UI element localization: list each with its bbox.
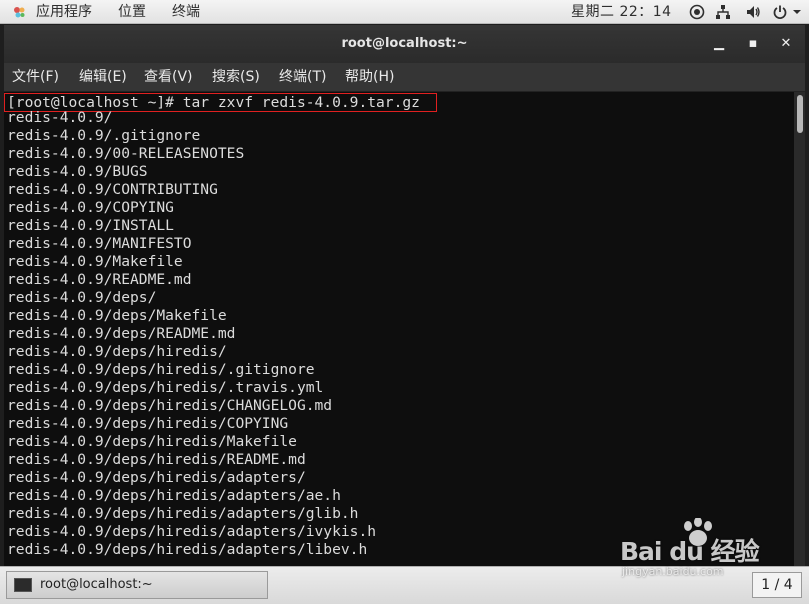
output-line: redis-4.0.9/COPYING	[7, 199, 174, 216]
output-line: redis-4.0.9/00-RELEASENOTES	[7, 145, 245, 162]
minimize-button[interactable]: ▁	[709, 34, 729, 54]
menu-help[interactable]: 帮助(H)	[345, 68, 394, 86]
output-line: redis-4.0.9/deps/hiredis/.travis.yml	[7, 379, 324, 396]
apps-menu-icon[interactable]	[12, 5, 26, 19]
output-line: redis-4.0.9/deps/hiredis/adapters/libev.…	[7, 541, 368, 558]
terminal-window: root@localhost:~ ▁ ▪ ✕ 文件(F) 编辑(E) 查看(V)…	[4, 25, 805, 566]
scrollbar-thumb[interactable]	[797, 95, 803, 133]
output-line: redis-4.0.9/.gitignore	[7, 127, 201, 144]
system-menu-arrow-icon[interactable]	[792, 4, 802, 20]
volume-icon[interactable]	[745, 4, 761, 20]
taskbar-window-label: root@localhost:~	[40, 577, 153, 592]
close-button[interactable]: ✕	[776, 34, 796, 54]
places-menu[interactable]: 位置	[118, 3, 146, 21]
output-line: redis-4.0.9/deps/hiredis/adapters/glib.h	[7, 505, 359, 522]
output-line: redis-4.0.9/deps/	[7, 289, 157, 306]
maximize-button[interactable]: ▪	[743, 34, 763, 54]
taskbar: root@localhost:~ 1 / 4	[0, 566, 809, 604]
taskbar-window-item[interactable]: root@localhost:~	[6, 571, 268, 599]
output-line: redis-4.0.9/deps/hiredis/CHANGELOG.md	[7, 397, 333, 414]
menu-bar: 文件(F) 编辑(E) 查看(V) 搜索(S) 终端(T) 帮助(H)	[4, 63, 805, 92]
output-line: redis-4.0.9/INSTALL	[7, 217, 174, 234]
power-icon[interactable]	[772, 4, 788, 20]
output-line: redis-4.0.9/deps/hiredis/.gitignore	[7, 361, 315, 378]
menu-search[interactable]: 搜索(S)	[212, 68, 260, 86]
terminal-app-menu[interactable]: 终端	[172, 3, 200, 21]
output-line: redis-4.0.9/CONTRIBUTING	[7, 181, 218, 198]
applications-menu[interactable]: 应用程序	[36, 3, 92, 21]
output-line: redis-4.0.9/	[7, 109, 113, 126]
terminal-output[interactable]: [root@localhost ~]# tar zxvf redis-4.0.9…	[4, 92, 794, 566]
network-icon[interactable]	[715, 4, 731, 20]
output-line: redis-4.0.9/BUGS	[7, 163, 148, 180]
output-line: redis-4.0.9/deps/hiredis/adapters/	[7, 469, 306, 486]
terminal-icon	[14, 578, 32, 592]
output-line: redis-4.0.9/MANIFESTO	[7, 235, 192, 252]
output-line: redis-4.0.9/deps/hiredis/COPYING	[7, 415, 289, 432]
window-titlebar[interactable]: root@localhost:~ ▁ ▪ ✕	[4, 25, 805, 63]
output-line: redis-4.0.9/deps/hiredis/Makefile	[7, 433, 297, 450]
terminal-scrollbar[interactable]	[794, 92, 805, 566]
top-bar: 应用程序 位置 终端 星期二 22：14	[0, 0, 809, 24]
output-line: redis-4.0.9/deps/hiredis/adapters/ivykis…	[7, 523, 377, 540]
output-line: redis-4.0.9/deps/hiredis/	[7, 343, 227, 360]
output-line: redis-4.0.9/deps/README.md	[7, 325, 236, 342]
menu-file[interactable]: 文件(F)	[12, 68, 59, 86]
clock[interactable]: 星期二 22：14	[571, 3, 672, 21]
output-line: redis-4.0.9/README.md	[7, 271, 192, 288]
output-line: redis-4.0.9/deps/hiredis/adapters/ae.h	[7, 487, 341, 504]
menu-view[interactable]: 查看(V)	[144, 68, 193, 86]
window-title: root@localhost:~	[341, 36, 468, 51]
menu-terminal[interactable]: 终端(T)	[279, 68, 326, 86]
output-line: redis-4.0.9/Makefile	[7, 253, 183, 270]
workspace-pager[interactable]: 1 / 4	[752, 572, 802, 598]
output-line: redis-4.0.9/deps/hiredis/README.md	[7, 451, 306, 468]
menu-edit[interactable]: 编辑(E)	[79, 68, 127, 86]
output-line: redis-4.0.9/deps/Makefile	[7, 307, 227, 324]
accessibility-icon[interactable]	[689, 4, 705, 20]
